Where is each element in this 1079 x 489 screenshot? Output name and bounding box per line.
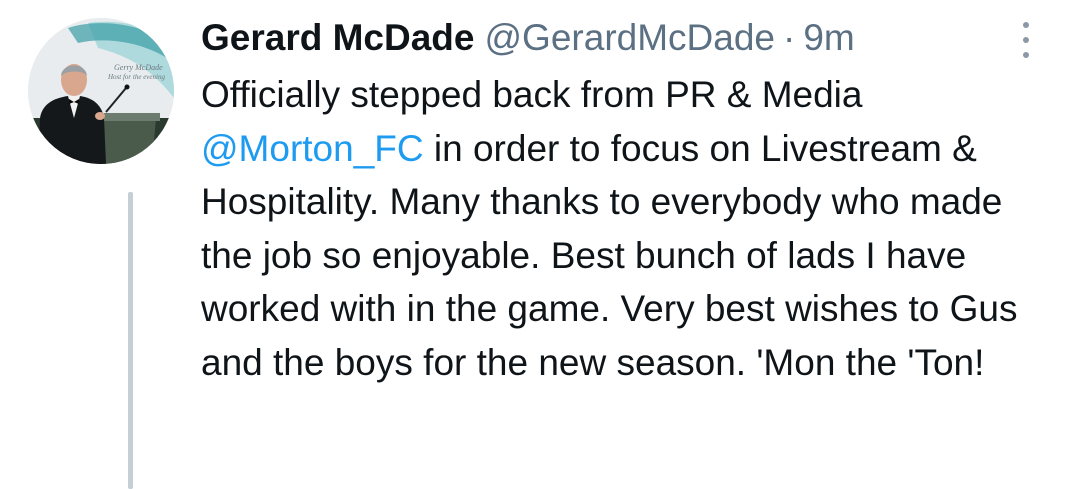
avatar-column: Gerry McDade Host for the evening xyxy=(28,18,176,489)
header-separator: · xyxy=(783,17,796,58)
tweet-text: Officially stepped back from PR & Media … xyxy=(201,68,1031,389)
avatar-photo: Gerry McDade Host for the evening xyxy=(28,18,174,164)
avatar-banner-line-1: Gerry McDade xyxy=(114,63,163,72)
more-options-button[interactable] xyxy=(1008,20,1044,60)
author-handle[interactable]: @GerardMcDade xyxy=(485,14,776,62)
more-vertical-icon-dot-3 xyxy=(1023,52,1029,58)
more-vertical-icon xyxy=(1023,22,1029,28)
tweet-header: Gerard McDade @GerardMcDade · 9m xyxy=(201,14,1031,62)
more-vertical-icon-dot-2 xyxy=(1023,37,1029,43)
avatar[interactable]: Gerry McDade Host for the evening xyxy=(28,18,174,164)
mention-link[interactable]: @Morton_FC xyxy=(201,128,424,169)
author-display-name[interactable]: Gerard McDade xyxy=(201,14,475,62)
avatar-banner-line-2: Host for the evening xyxy=(107,73,165,81)
tweet-text-part-1: Officially stepped back from PR & Media xyxy=(201,74,863,115)
tweet[interactable]: Gerry McDade Host for the evening Gerard… xyxy=(0,0,1079,489)
thread-line xyxy=(128,192,133,489)
tweet-content: Gerard McDade @GerardMcDade · 9m Officia… xyxy=(201,14,1031,389)
tweet-timestamp[interactable]: 9m xyxy=(803,14,854,62)
